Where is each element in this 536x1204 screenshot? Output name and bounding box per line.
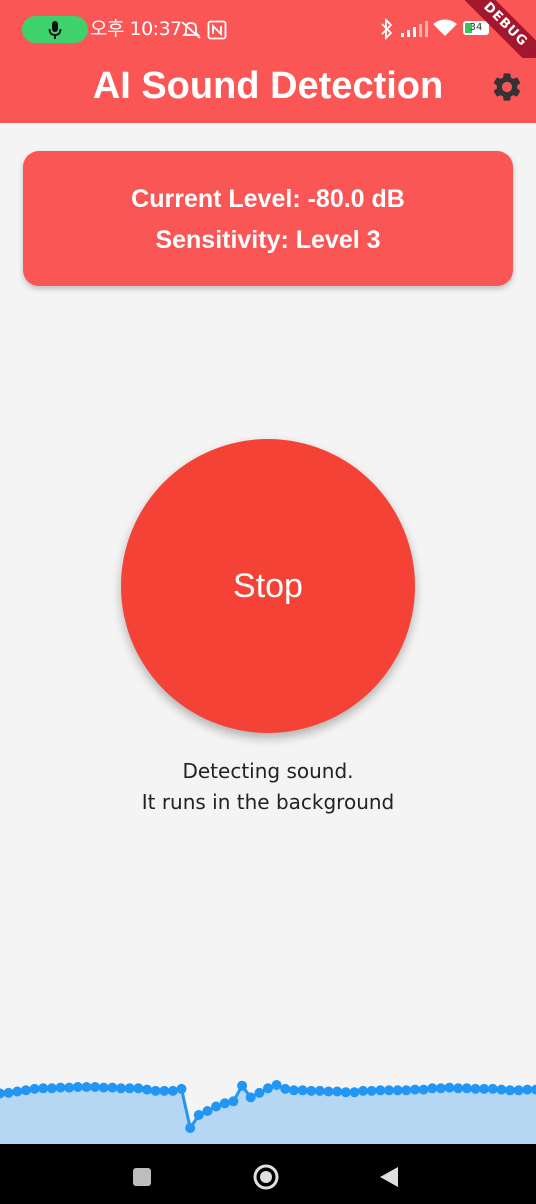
wave-point xyxy=(297,1085,308,1096)
wave-point xyxy=(513,1085,524,1096)
app-bar: AI Sound Detection xyxy=(0,58,536,123)
wave-point xyxy=(392,1085,403,1096)
wave-point xyxy=(116,1083,126,1094)
wave-point xyxy=(64,1082,75,1093)
wave-point xyxy=(410,1084,420,1095)
wave-point xyxy=(29,1083,40,1094)
wave-point xyxy=(375,1085,386,1096)
wave-point xyxy=(72,1082,83,1092)
wave-point xyxy=(107,1082,118,1093)
wave-point xyxy=(470,1083,481,1094)
wave-point xyxy=(133,1083,144,1094)
wave-point xyxy=(98,1082,109,1093)
wave-point xyxy=(306,1085,317,1096)
recent-apps-button[interactable] xyxy=(131,1166,153,1188)
gear-icon xyxy=(493,73,521,101)
wifi-icon xyxy=(433,19,457,36)
wave-point xyxy=(280,1083,291,1094)
wave-point xyxy=(427,1083,438,1094)
mic-indicator[interactable] xyxy=(22,16,88,43)
wave-point xyxy=(176,1083,187,1094)
current-level-text: Current Level: -80.0 dB xyxy=(131,185,405,213)
wave-point xyxy=(358,1085,369,1096)
wave-point xyxy=(384,1085,394,1096)
back-button[interactable] xyxy=(378,1165,400,1189)
wave-point xyxy=(349,1087,360,1098)
wave-point xyxy=(81,1082,92,1092)
wave-point xyxy=(418,1084,429,1095)
wave-point xyxy=(167,1085,178,1096)
wave-point xyxy=(245,1092,256,1103)
wave-point xyxy=(12,1086,23,1097)
wave-point xyxy=(332,1086,343,1097)
sound-level-chart xyxy=(0,1080,536,1144)
mute-icon xyxy=(181,21,201,39)
wave-point xyxy=(263,1083,273,1094)
wave-point xyxy=(55,1082,66,1093)
wave-point xyxy=(254,1087,265,1098)
wave-point xyxy=(202,1106,213,1116)
home-button[interactable] xyxy=(252,1163,280,1191)
signal-icon xyxy=(401,21,428,37)
wave-point xyxy=(444,1082,455,1093)
wave-point xyxy=(185,1123,196,1133)
page-title: AI Sound Detection xyxy=(92,65,444,107)
wave-point xyxy=(323,1086,334,1097)
bluetooth-icon xyxy=(381,18,393,40)
detection-status: Detecting sound. It runs in the backgrou… xyxy=(0,756,536,818)
status-line-1: Detecting sound. xyxy=(182,759,354,783)
wave-point xyxy=(288,1085,299,1096)
wave-point xyxy=(237,1080,248,1091)
wave-point xyxy=(479,1083,490,1094)
wave-point xyxy=(522,1084,533,1095)
wave-point xyxy=(314,1085,325,1096)
status-time: 오후 10:37 xyxy=(90,18,182,40)
wave-point xyxy=(90,1082,101,1092)
wave-point xyxy=(487,1083,498,1094)
status-bar: 오후 10:37 34 DEBUG xyxy=(0,0,536,79)
wave-point xyxy=(340,1087,351,1098)
wave-point xyxy=(505,1085,516,1096)
level-info-card: Current Level: -80.0 dB Sensitivity: Lev… xyxy=(23,151,513,286)
nfc-icon xyxy=(207,20,227,40)
wave-point xyxy=(159,1085,170,1096)
wave-point xyxy=(496,1084,507,1095)
status-line-2: It runs in the background xyxy=(141,790,395,814)
wave-point xyxy=(3,1087,14,1098)
settings-button[interactable] xyxy=(490,70,524,104)
mic-icon xyxy=(48,21,62,39)
wave-point xyxy=(228,1096,239,1107)
wave-point xyxy=(211,1101,222,1112)
wave-point xyxy=(219,1098,230,1109)
battery-percent: 34 xyxy=(469,22,483,33)
wave-point xyxy=(453,1083,464,1094)
wave-point xyxy=(193,1110,204,1120)
wave-point xyxy=(20,1085,31,1096)
wave-point xyxy=(271,1080,282,1090)
wave-point xyxy=(150,1085,161,1096)
navigation-bar xyxy=(0,1144,536,1204)
wave-point xyxy=(46,1083,57,1094)
wave-point xyxy=(142,1084,152,1095)
wave-point xyxy=(461,1083,472,1094)
wave-point xyxy=(366,1085,377,1096)
wave-point xyxy=(401,1085,412,1096)
wave-area xyxy=(0,1085,536,1144)
sensitivity-text: Sensitivity: Level 3 xyxy=(155,226,381,254)
wave-point xyxy=(435,1083,446,1094)
battery-icon: 34 xyxy=(463,21,489,35)
wave-point xyxy=(124,1083,135,1094)
wave-point xyxy=(38,1083,49,1094)
stop-button[interactable]: Stop xyxy=(121,439,415,733)
